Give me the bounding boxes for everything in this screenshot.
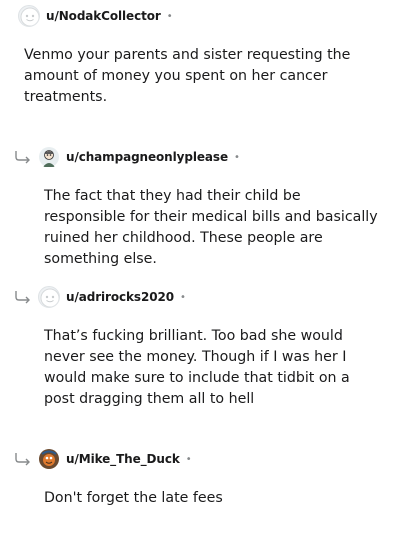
comment-header: u/champagneonlyplease • [38, 145, 240, 169]
comment-body: The fact that they had their child be re… [44, 188, 378, 267]
comment-body: That’s fucking brilliant. Too bad she wo… [44, 328, 350, 407]
comment-header: u/Mike_The_Duck • [38, 447, 192, 471]
comment-header: u/adrirocks2020 • [38, 285, 186, 309]
comment-username[interactable]: u/adrirocks2020 [66, 290, 174, 304]
comment-body: Don't forget the late fees [44, 490, 223, 506]
meta-separator: • [179, 291, 186, 303]
comment-header: u/NodakCollector • [18, 4, 173, 28]
default-avatar-icon[interactable] [18, 5, 40, 27]
custom-avatar-icon[interactable] [38, 448, 60, 470]
meta-separator: • [166, 10, 173, 22]
reply-arrow-icon [15, 291, 30, 304]
reply-arrow-icon [15, 453, 30, 466]
meta-separator: • [234, 151, 240, 163]
comment-username[interactable]: u/Mike_The_Duck [66, 452, 180, 466]
comment-body: Venmo your parents and sister requesting… [24, 47, 351, 105]
default-avatar-icon[interactable] [38, 286, 60, 308]
meta-separator: • [185, 453, 192, 465]
comment-username[interactable]: u/NodakCollector [46, 9, 161, 23]
custom-avatar-icon[interactable] [38, 146, 60, 168]
comment-username[interactable]: u/champagneonlyplease [66, 150, 228, 164]
reply-arrow-icon [15, 151, 30, 164]
